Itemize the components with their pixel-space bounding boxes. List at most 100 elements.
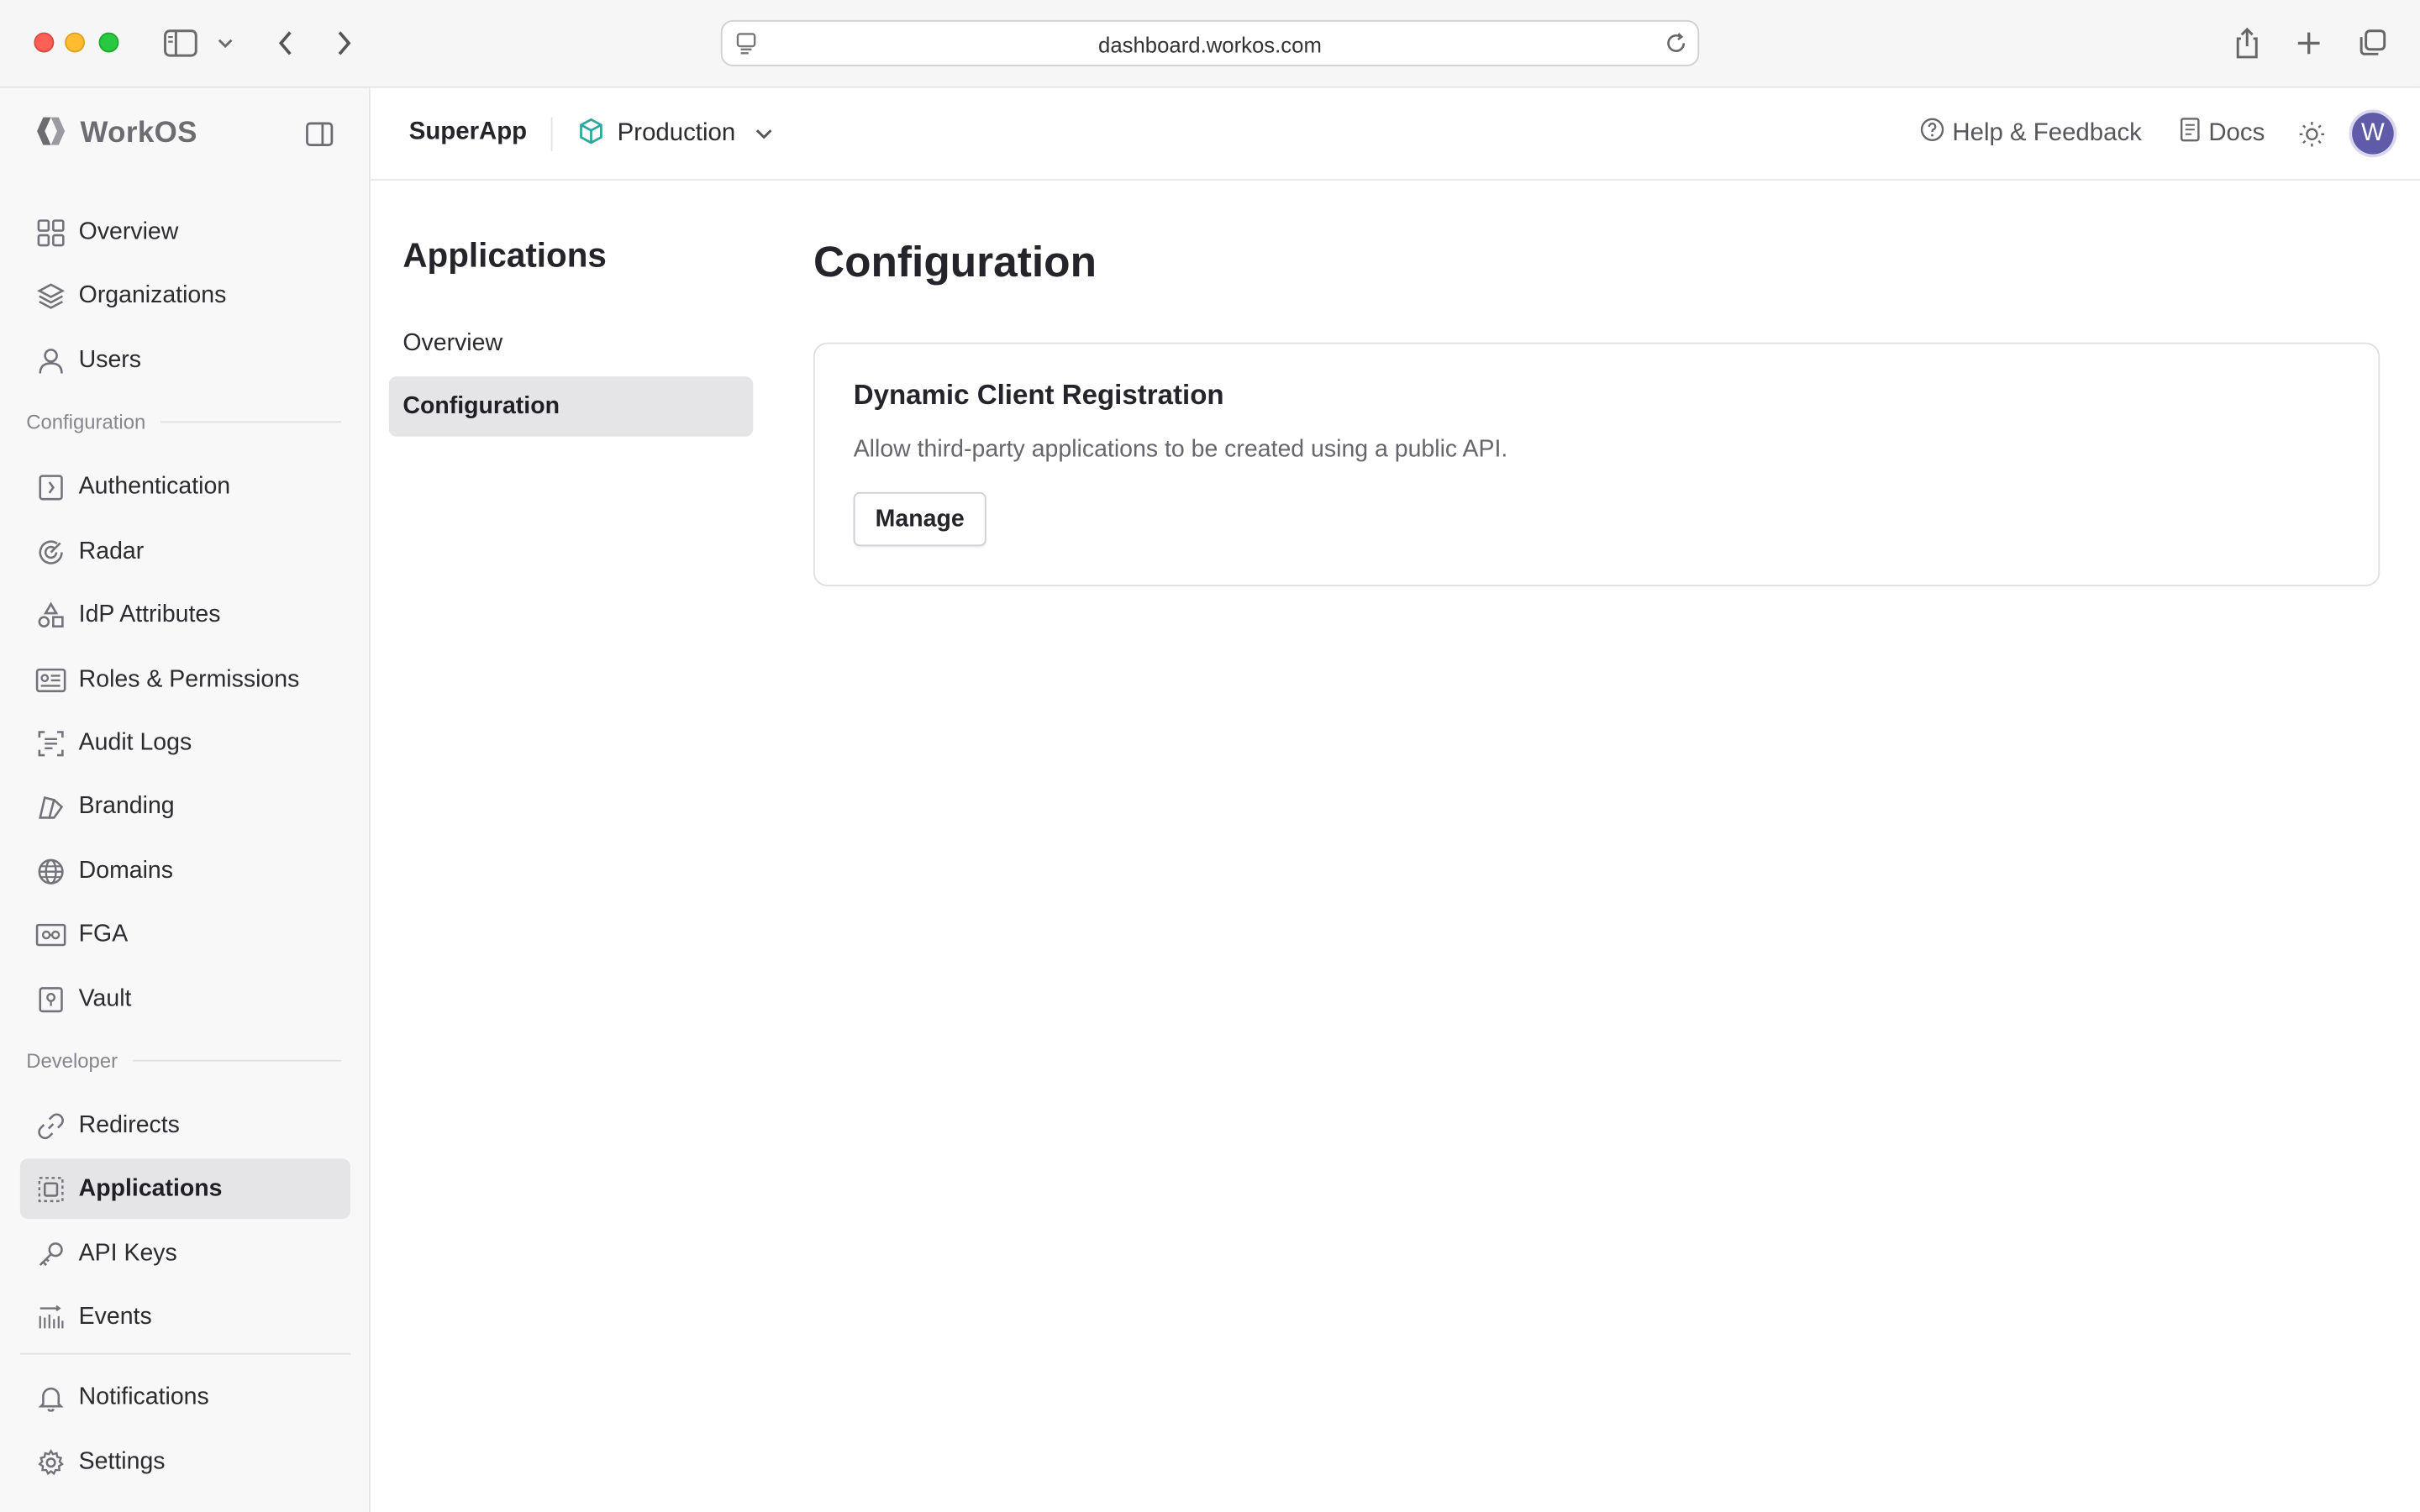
sidebar-item-overview[interactable]: Overview	[20, 202, 350, 263]
sidebar-item-label: Redirects	[78, 1111, 180, 1138]
subnav-title: Applications	[402, 236, 607, 275]
sidebar-item-users[interactable]: Users	[20, 330, 350, 391]
section-divider	[133, 1059, 341, 1062]
fga-icon	[35, 919, 66, 950]
close-window-button[interactable]	[34, 32, 55, 53]
sidebar-item-organizations[interactable]: Organizations	[20, 265, 350, 326]
back-icon[interactable]	[266, 24, 306, 61]
sidebar-item-roles-permissions[interactable]: Roles & Permissions	[20, 649, 350, 710]
dynamic-client-registration-card: Dynamic Client Registration Allow third-…	[813, 342, 2381, 586]
zoom-window-button[interactable]	[98, 32, 119, 53]
card-title: Dynamic Client Registration	[853, 379, 1224, 411]
sidebar-item-label: Organizations	[78, 281, 227, 308]
card-description: Allow third-party applications to be cre…	[853, 436, 1508, 464]
chevron-down-icon	[754, 120, 772, 148]
applications-icon	[35, 1173, 66, 1205]
theme-toggle-button[interactable]	[2298, 120, 2326, 155]
subnav-item-overview[interactable]: Overview	[389, 313, 753, 374]
auth-icon	[35, 471, 66, 502]
sidebar-item-label: Users	[78, 346, 142, 373]
shapes-icon	[35, 600, 66, 631]
gear-icon	[35, 1446, 66, 1478]
address-bar[interactable]: dashboard.workos.com	[720, 19, 1700, 66]
sidebar-item-label: Settings	[78, 1447, 166, 1474]
sidebar-item-label: IdP Attributes	[78, 601, 221, 627]
help-feedback-label: Help & Feedback	[1952, 119, 2142, 146]
page-title: Configuration	[813, 237, 1097, 286]
sidebar-item-label: Notifications	[78, 1383, 209, 1410]
brand-name: WorkOS	[80, 117, 197, 150]
link-icon	[35, 1110, 66, 1142]
sidebar-item-label: Events	[78, 1303, 152, 1330]
sidebar-item-label: Vault	[78, 984, 132, 1011]
radar-icon	[35, 536, 66, 567]
minimize-window-button[interactable]	[65, 32, 86, 53]
reload-icon[interactable]	[1664, 31, 1688, 64]
collapse-sidebar-icon[interactable]	[306, 122, 334, 147]
document-icon	[2179, 118, 2201, 150]
help-feedback-link[interactable]: Help & Feedback	[1920, 118, 2142, 150]
sidebar-divider	[19, 1352, 350, 1355]
sidebar-item-domains[interactable]: Domains	[20, 841, 350, 901]
sidebar-item-label: Authentication	[78, 472, 231, 500]
sidebar-item-label: FGA	[78, 920, 129, 947]
cube-icon	[577, 117, 605, 152]
environment-switcher[interactable]: Production	[577, 116, 772, 153]
sidebar-item-label: Domains	[78, 857, 174, 884]
sidebar-item-authentication[interactable]: Authentication	[20, 457, 350, 517]
sidebar-toggle-icon[interactable]	[160, 24, 201, 61]
sidebar-item-redirects[interactable]: Redirects	[20, 1095, 350, 1156]
id-card-icon	[35, 664, 66, 696]
top-bar: SuperApp Production Help & Feedback Docs…	[370, 87, 2420, 181]
docs-link[interactable]: Docs	[2179, 118, 2265, 150]
sidebar-item-audit-logs[interactable]: Audit Logs	[20, 713, 350, 774]
help-icon	[1920, 118, 1944, 150]
sidebar-item-notifications[interactable]: Notifications	[20, 1367, 350, 1427]
sidebar-item-settings[interactable]: Settings	[20, 1431, 350, 1492]
workos-logo-icon	[34, 115, 67, 154]
sidebar-item-idp-attributes[interactable]: IdP Attributes	[20, 585, 350, 645]
docs-label: Docs	[2208, 119, 2265, 146]
app-name[interactable]: SuperApp	[409, 118, 527, 146]
section-divider	[160, 421, 341, 423]
section-label-configuration: Configuration	[26, 411, 341, 433]
tab-overview-icon[interactable]	[2352, 24, 2392, 61]
sidebar-item-label: Applications	[78, 1174, 223, 1201]
environment-label: Production	[617, 120, 736, 147]
subnav-item-configuration[interactable]: Configuration	[388, 376, 754, 437]
chevron-down-icon[interactable]	[210, 24, 241, 61]
topbar-separator	[550, 117, 553, 151]
sidebar-item-branding[interactable]: Branding	[20, 776, 350, 837]
sidebar-item-label: API Keys	[78, 1239, 177, 1267]
manage-button[interactable]: Manage	[853, 491, 986, 547]
new-tab-icon[interactable]	[2289, 24, 2329, 61]
url-text: dashboard.workos.com	[1098, 32, 1322, 57]
sidebar-item-radar[interactable]: Radar	[20, 522, 350, 582]
avatar[interactable]: W	[2352, 113, 2394, 155]
events-icon	[35, 1301, 66, 1332]
key-icon	[35, 1238, 66, 1269]
audit-icon	[35, 727, 66, 759]
sidebar-item-vault[interactable]: Vault	[20, 969, 350, 1029]
section-label-developer: Developer	[26, 1049, 341, 1073]
vault-icon	[35, 984, 66, 1015]
browser-toolbar: dashboard.workos.com	[0, 0, 2420, 88]
forward-icon[interactable]	[324, 24, 365, 61]
sidebar-item-label: Branding	[78, 792, 175, 819]
sidebar-item-fga[interactable]: FGA	[20, 904, 350, 964]
share-icon[interactable]	[2227, 24, 2267, 61]
bell-icon	[35, 1382, 66, 1413]
sidebar-item-label: Roles & Permissions	[78, 665, 300, 692]
section-label-text: Developer	[26, 1048, 118, 1073]
layers-icon	[35, 280, 66, 311]
user-icon	[35, 345, 66, 376]
brand[interactable]: WorkOS	[34, 116, 197, 153]
grid-icon	[35, 217, 66, 248]
sidebar-item-api-keys[interactable]: API Keys	[20, 1224, 350, 1284]
globe-icon	[35, 855, 66, 886]
sidebar-item-label: Overview	[78, 218, 179, 245]
sidebar-item-label: Radar	[78, 538, 145, 564]
sidebar-item-label: Audit Logs	[78, 728, 192, 756]
sidebar-item-applications[interactable]: Applications	[19, 1158, 350, 1219]
sidebar-item-events[interactable]: Events	[20, 1287, 350, 1347]
